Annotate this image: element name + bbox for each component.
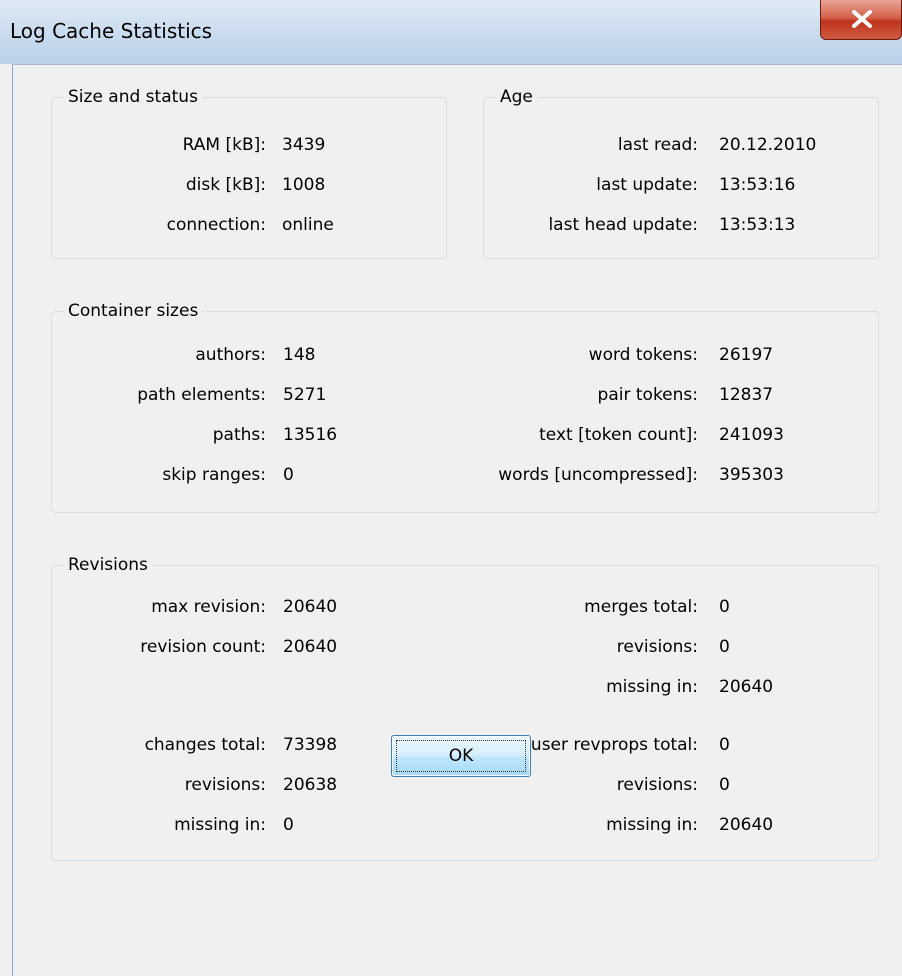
title-bar[interactable]: Log Cache Statistics (0, 0, 902, 64)
word-tokens-value: 26197 (719, 345, 774, 365)
close-button[interactable] (820, 0, 902, 40)
user-revprops-total-value: 0 (719, 735, 730, 755)
changes-missing-in-value: 0 (283, 815, 294, 835)
skip-ranges-value: 0 (283, 465, 294, 485)
window-title: Log Cache Statistics (10, 19, 213, 43)
last-head-update-label: last head update: (548, 215, 698, 235)
merges-total-label: merges total: (584, 597, 698, 617)
revprops-revisions-value: 0 (719, 775, 730, 795)
ok-button[interactable]: OK (391, 735, 531, 777)
changes-total-label: changes total: (144, 735, 266, 755)
revisions-group: Revisions max revision: 20640 revision c… (51, 554, 879, 861)
focus-rectangle (396, 740, 526, 772)
authors-value: 148 (283, 345, 316, 365)
changes-revisions-label: revisions: (184, 775, 266, 795)
path-elements-value: 5271 (283, 385, 327, 405)
paths-label: paths: (212, 425, 266, 445)
changes-revisions-value: 20638 (283, 775, 338, 795)
disk-value: 1008 (282, 175, 326, 195)
merges-revisions-value: 0 (719, 637, 730, 657)
container-sizes-group: Container sizes authors: 148 path elemen… (51, 300, 879, 513)
changes-total-value: 73398 (283, 735, 338, 755)
size-status-group: Size and status RAM [kB]: 3439 disk [kB]… (51, 86, 447, 259)
words-uncompressed-value: 395303 (719, 465, 784, 485)
last-read-label: last read: (617, 135, 698, 155)
group-title-age: Age (496, 86, 537, 108)
ram-value: 3439 (282, 135, 326, 155)
merges-missing-in-label: missing in: (606, 677, 698, 697)
max-revision-value: 20640 (283, 597, 338, 617)
close-icon (852, 10, 872, 28)
word-tokens-label: word tokens: (588, 345, 698, 365)
text-token-count-label: text [token count]: (539, 425, 698, 445)
revprops-missing-in-label: missing in: (606, 815, 698, 835)
pair-tokens-value: 12837 (719, 385, 774, 405)
last-head-update-value: 13:53:13 (719, 215, 796, 235)
group-title-revisions: Revisions (64, 554, 152, 576)
max-revision-label: max revision: (151, 597, 266, 617)
merges-revisions-label: revisions: (616, 637, 698, 657)
last-read-value: 20.12.2010 (719, 135, 817, 155)
dialog-body: Size and status RAM [kB]: 3439 disk [kB]… (12, 64, 902, 976)
merges-total-value: 0 (719, 597, 730, 617)
user-revprops-total-label: user revprops total: (530, 735, 698, 755)
group-title-container-sizes: Container sizes (64, 300, 203, 322)
pair-tokens-label: pair tokens: (597, 385, 698, 405)
words-uncompressed-label: words [uncompressed]: (498, 465, 698, 485)
group-title-size-status: Size and status (64, 86, 202, 108)
text-token-count-value: 241093 (719, 425, 784, 445)
last-update-label: last update: (596, 175, 698, 195)
revprops-revisions-label: revisions: (616, 775, 698, 795)
merges-missing-in-value: 20640 (719, 677, 774, 697)
revprops-missing-in-value: 20640 (719, 815, 774, 835)
last-update-value: 13:53:16 (719, 175, 796, 195)
revision-count-value: 20640 (283, 637, 338, 657)
connection-label: connection: (166, 215, 266, 235)
paths-value: 13516 (283, 425, 338, 445)
skip-ranges-label: skip ranges: (162, 465, 266, 485)
disk-label: disk [kB]: (185, 175, 266, 195)
authors-label: authors: (195, 345, 266, 365)
changes-missing-in-label: missing in: (174, 815, 266, 835)
revision-count-label: revision count: (140, 637, 266, 657)
path-elements-label: path elements: (137, 385, 266, 405)
age-group: Age last read: 20.12.2010 last update: 1… (483, 86, 879, 259)
connection-value: online (282, 215, 334, 235)
log-cache-statistics-dialog: Log Cache Statistics Size and status RAM… (0, 0, 902, 976)
ram-label: RAM [kB]: (182, 135, 266, 155)
